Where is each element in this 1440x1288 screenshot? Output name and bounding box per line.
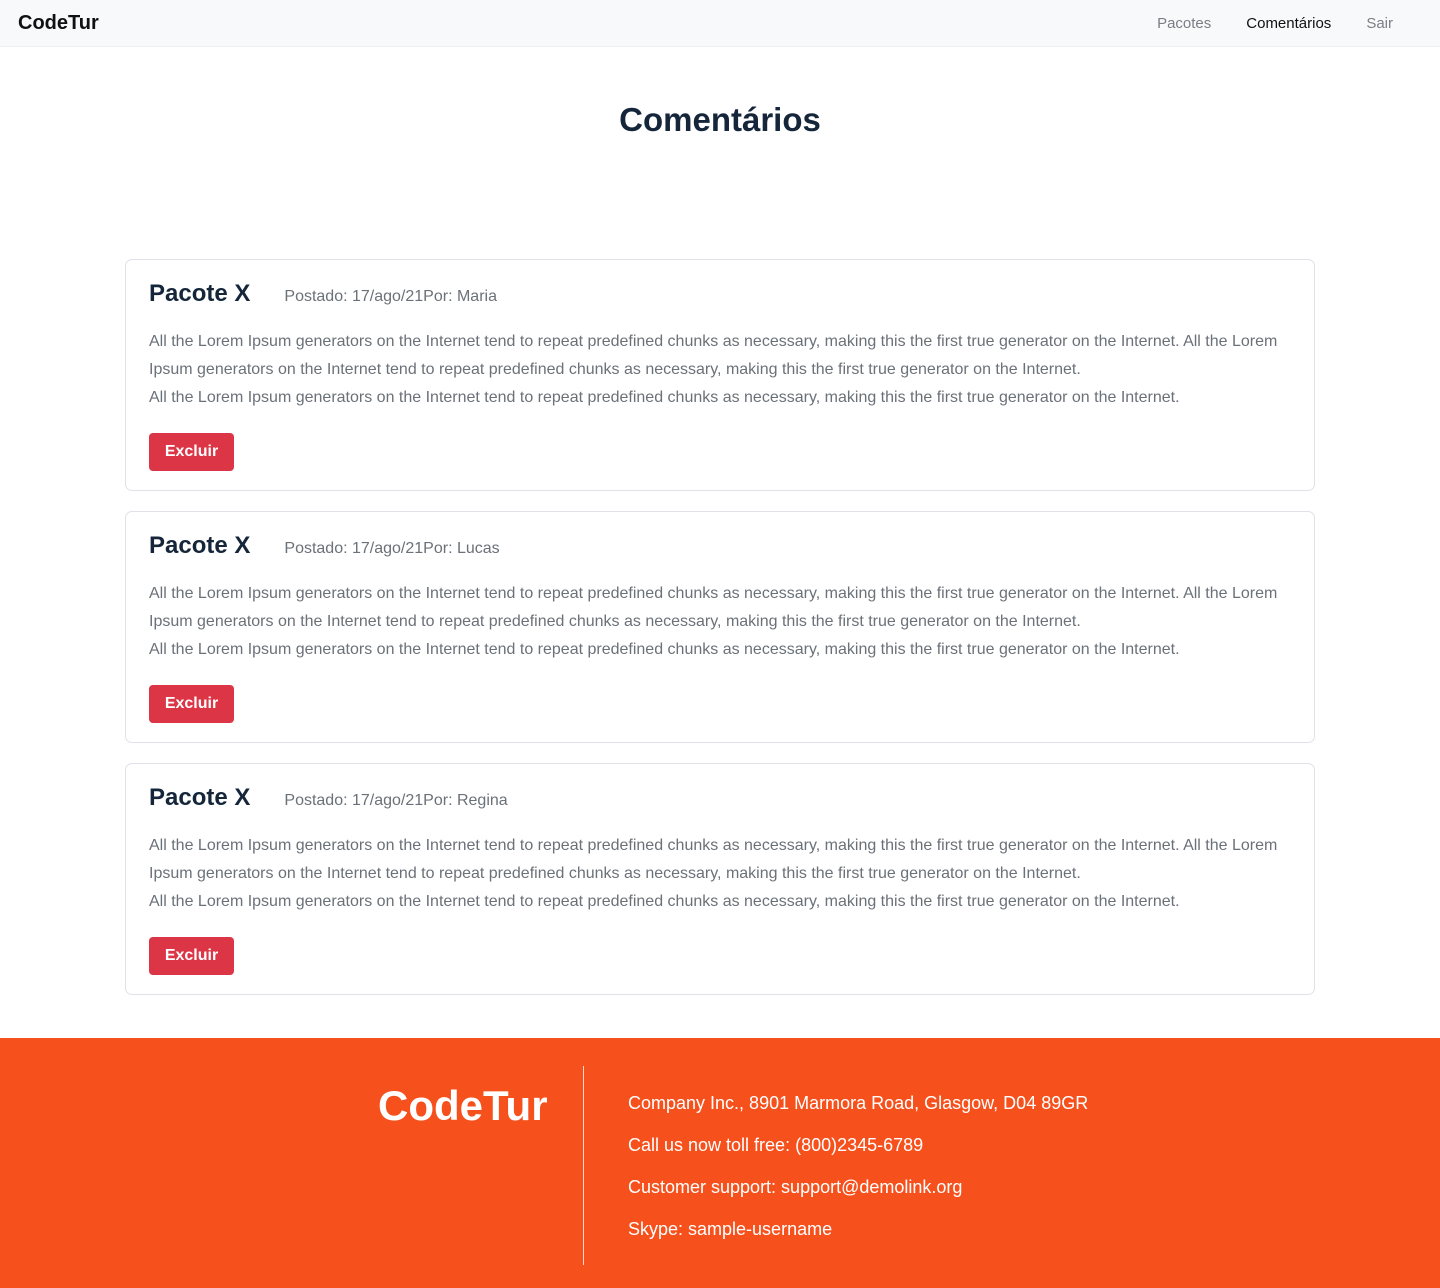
comment-date: Postado: 17/ago/21 (284, 540, 424, 557)
comment-author: Por: Lucas (423, 540, 500, 557)
comment-title: Pacote X (149, 784, 251, 811)
comment-text: All the Lorem Ipsum generators on the In… (149, 837, 1278, 882)
comment-text: All the Lorem Ipsum generators on the In… (149, 389, 1180, 406)
delete-button[interactable]: Excluir (149, 685, 234, 723)
nav-link-comentarios[interactable]: Comentários (1246, 15, 1331, 32)
comment-list: Pacote X Postado: 17/ago/21 Por: Maria A… (125, 259, 1315, 1015)
footer-phone: Call us now toll free: (800)2345-6789 (628, 1135, 924, 1155)
comment-text: All the Lorem Ipsum generators on the In… (149, 585, 1278, 630)
comment-text: All the Lorem Ipsum generators on the In… (149, 641, 1180, 658)
nav-link-pacotes[interactable]: Pacotes (1157, 15, 1211, 32)
comment-date: Postado: 17/ago/21 (284, 792, 424, 809)
footer-skype: Skype: sample-username (628, 1219, 833, 1239)
comment-header: Pacote X Postado: 17/ago/21 Por: Lucas (149, 532, 1291, 564)
navbar-brand[interactable]: CodeTur (18, 12, 99, 35)
delete-button[interactable]: Excluir (149, 433, 234, 471)
footer: CodeTur Company Inc., 8901 Marmora Road,… (0, 1038, 1440, 1288)
comment-body: All the Lorem Ipsum generators on the In… (149, 328, 1289, 412)
comment-text: All the Lorem Ipsum generators on the In… (149, 333, 1278, 378)
nav-links: Pacotes Comentários Sair (1122, 15, 1393, 32)
comment-card: Pacote X Postado: 17/ago/21 Por: Maria A… (125, 259, 1315, 491)
comment-card: Pacote X Postado: 17/ago/21 Por: Lucas A… (125, 511, 1315, 743)
comment-title: Pacote X (149, 280, 251, 307)
comment-body: All the Lorem Ipsum generators on the In… (149, 580, 1289, 664)
navbar: CodeTur Pacotes Comentários Sair (0, 0, 1440, 47)
footer-divider (583, 1066, 584, 1265)
footer-address: Company Inc., 8901 Marmora Road, Glasgow… (628, 1093, 1089, 1113)
delete-button[interactable]: Excluir (149, 937, 234, 975)
footer-contact: Company Inc., 8901 Marmora Road, Glasgow… (628, 1091, 1088, 1259)
comment-title: Pacote X (149, 532, 251, 559)
nav-link-sair[interactable]: Sair (1366, 15, 1393, 32)
comment-card: Pacote X Postado: 17/ago/21 Por: Regina … (125, 763, 1315, 995)
comment-author: Por: Maria (423, 288, 497, 305)
comment-date: Postado: 17/ago/21 (284, 288, 424, 305)
comment-author: Por: Regina (423, 792, 508, 809)
comment-text: All the Lorem Ipsum generators on the In… (149, 893, 1180, 910)
comment-header: Pacote X Postado: 17/ago/21 Por: Regina (149, 784, 1291, 816)
comment-body: All the Lorem Ipsum generators on the In… (149, 832, 1289, 916)
footer-brand: CodeTur (378, 1082, 548, 1129)
footer-support: Customer support: support@demolink.org (628, 1177, 963, 1197)
page-title: Comentários (619, 101, 821, 138)
comment-header: Pacote X Postado: 17/ago/21 Por: Maria (149, 280, 1291, 312)
